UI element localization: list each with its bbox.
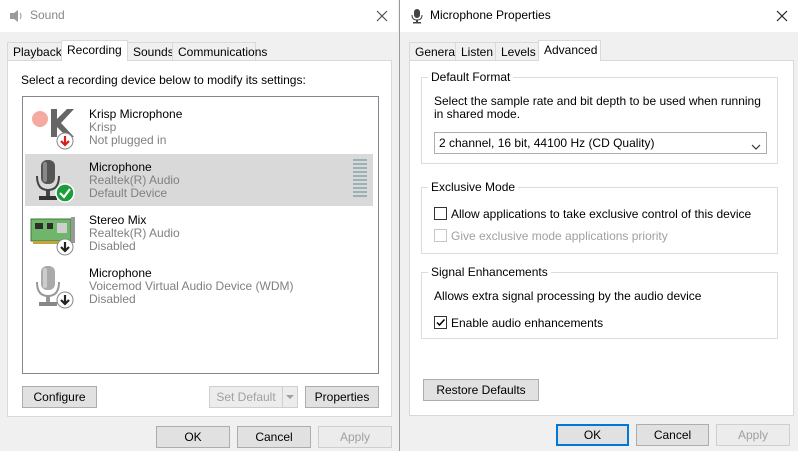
set-default-dropdown[interactable] bbox=[282, 386, 298, 408]
sound-cancel-button[interactable]: Cancel bbox=[237, 426, 311, 448]
allow-exclusive-checkbox[interactable] bbox=[434, 207, 447, 220]
default-format-group: Default Format Select the sample rate an… bbox=[421, 70, 778, 164]
recording-panel: Select a recording device below to modif… bbox=[7, 60, 392, 417]
tab-advanced[interactable]: Advanced bbox=[538, 40, 601, 61]
props-title: Microphone Properties bbox=[430, 8, 551, 22]
default-format-label: Default Format bbox=[428, 70, 514, 84]
speaker-icon bbox=[8, 8, 24, 24]
device-status: Disabled bbox=[89, 239, 136, 253]
tab-recording[interactable]: Recording bbox=[61, 40, 128, 61]
list-item[interactable]: Microphone Voicemod Virtual Audio Device… bbox=[25, 260, 373, 312]
microphone-properties-window: Microphone Properties General Listen Lev… bbox=[399, 0, 798, 451]
sound-close-icon[interactable] bbox=[372, 6, 392, 26]
recording-instruction: Select a recording device below to modif… bbox=[21, 73, 306, 87]
tab-communications[interactable]: Communications bbox=[172, 42, 267, 60]
device-driver: Realtek(R) Audio bbox=[89, 173, 180, 187]
props-ok-button[interactable]: OK bbox=[556, 424, 629, 446]
device-status: Not plugged in bbox=[89, 133, 167, 147]
device-driver: Krisp bbox=[89, 120, 117, 134]
signal-enhancements-group: Signal Enhancements Allows extra signal … bbox=[421, 265, 778, 339]
sound-titlebar: Sound bbox=[0, 0, 398, 32]
device-driver: Voicemod Virtual Audio Device (WDM) bbox=[89, 279, 294, 293]
props-cancel-button[interactable]: Cancel bbox=[636, 424, 709, 446]
exclusive-priority-label: Give exclusive mode applications priorit… bbox=[451, 229, 668, 243]
set-default-button[interactable]: Set Default bbox=[209, 386, 283, 408]
device-driver: Realtek(R) Audio bbox=[89, 226, 180, 240]
properties-button[interactable]: Properties bbox=[305, 386, 379, 408]
tab-levels[interactable]: Levels bbox=[495, 42, 539, 60]
format-select-value: 2 channel, 16 bit, 44100 Hz (CD Quality) bbox=[439, 136, 655, 150]
microphone-icon bbox=[29, 264, 77, 310]
device-name: Stereo Mix bbox=[89, 213, 147, 227]
tab-general[interactable]: General bbox=[409, 42, 458, 60]
sound-card-icon bbox=[29, 211, 77, 257]
sound-ok-button[interactable]: OK bbox=[156, 426, 230, 448]
props-close-icon[interactable] bbox=[772, 6, 792, 26]
tab-playback[interactable]: Playback bbox=[7, 42, 62, 60]
configure-button[interactable]: Configure bbox=[22, 386, 97, 408]
enable-enhancements-checkbox[interactable] bbox=[434, 316, 447, 329]
signal-enhancements-label: Signal Enhancements bbox=[428, 265, 551, 279]
signal-enhancements-description: Allows extra signal processing by the au… bbox=[434, 289, 702, 303]
exclusive-mode-group: Exclusive Mode Allow applications to tak… bbox=[421, 180, 778, 254]
restore-defaults-button[interactable]: Restore Defaults bbox=[423, 379, 539, 401]
device-status: Disabled bbox=[89, 292, 136, 306]
sound-window: Sound Playback Recording Sounds Communic… bbox=[0, 0, 398, 451]
device-status: Default Device bbox=[89, 186, 168, 200]
microphone-icon bbox=[409, 8, 425, 24]
default-format-description-2: in shared mode. bbox=[434, 107, 521, 121]
enable-enhancements-label[interactable]: Enable audio enhancements bbox=[451, 316, 603, 330]
sound-title: Sound bbox=[30, 8, 65, 22]
list-item[interactable]: Stereo Mix Realtek(R) Audio Disabled bbox=[25, 207, 373, 259]
chevron-down-icon bbox=[751, 140, 761, 154]
list-item[interactable]: Krisp Microphone Krisp Not plugged in bbox=[25, 101, 373, 153]
checkmark-icon bbox=[436, 318, 446, 327]
props-titlebar: Microphone Properties bbox=[400, 0, 798, 32]
krisp-microphone-icon bbox=[29, 105, 77, 151]
microphone-icon bbox=[29, 158, 77, 204]
list-item[interactable]: Microphone Realtek(R) Audio Default Devi… bbox=[25, 154, 373, 206]
format-select[interactable]: 2 channel, 16 bit, 44100 Hz (CD Quality) bbox=[434, 132, 767, 154]
device-name: Microphone bbox=[89, 160, 152, 174]
default-format-description-1: Select the sample rate and bit depth to … bbox=[434, 94, 761, 108]
chevron-down-icon bbox=[285, 390, 295, 404]
device-name: Krisp Microphone bbox=[89, 107, 183, 121]
exclusive-priority-checkbox[interactable] bbox=[434, 229, 447, 242]
props-apply-button[interactable]: Apply bbox=[716, 424, 790, 446]
tab-listen[interactable]: Listen bbox=[455, 42, 496, 60]
advanced-panel: Default Format Select the sample rate an… bbox=[409, 60, 794, 416]
device-list[interactable]: Krisp Microphone Krisp Not plugged in Mi… bbox=[22, 96, 379, 374]
sound-apply-button[interactable]: Apply bbox=[318, 426, 392, 448]
level-meter bbox=[353, 159, 367, 201]
allow-exclusive-label[interactable]: Allow applications to take exclusive con… bbox=[451, 207, 751, 221]
device-name: Microphone bbox=[89, 266, 152, 280]
tab-sounds[interactable]: Sounds bbox=[127, 42, 174, 60]
exclusive-mode-label: Exclusive Mode bbox=[428, 180, 519, 194]
